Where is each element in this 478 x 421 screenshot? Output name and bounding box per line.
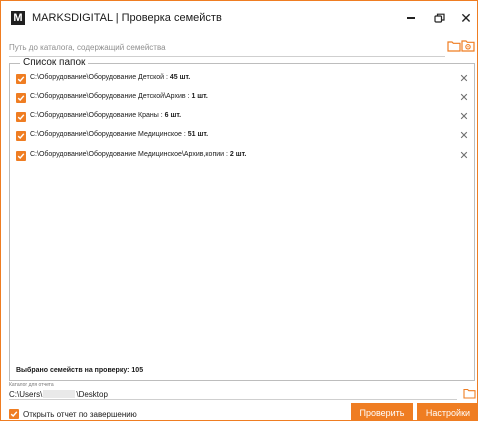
- folder-checkbox[interactable]: [16, 151, 26, 161]
- folder-list-item: C:\Оборудование\Оборудование Краны : 6 ш…: [16, 111, 472, 125]
- folder-item-label: C:\Оборудование\Оборудование Медицинское…: [30, 151, 246, 158]
- folder-list-item: C:\Оборудование\Оборудование Медицинское…: [16, 130, 472, 144]
- folder-list-legend: Список папок: [20, 57, 89, 68]
- folder-checkbox[interactable]: [16, 131, 26, 141]
- folder-count: 2 шт.: [229, 151, 247, 158]
- folder-list-item: C:\Оборудование\Оборудование Медицинское…: [16, 150, 472, 164]
- check-button[interactable]: Проверить: [351, 403, 413, 421]
- folder-path: C:\Оборудование\Оборудование Медицинское: [30, 131, 182, 138]
- selected-families-count: Выбрано семейств на проверку: 105: [16, 367, 144, 374]
- folder-open-icon: [463, 388, 476, 399]
- open-report-label: Открыть отчет по завершению: [23, 409, 137, 419]
- redacted-username: [43, 390, 76, 398]
- folder-checkbox[interactable]: [16, 93, 26, 103]
- title-bar: M MARKSDIGITAL | Проверка семейств ✕: [1, 1, 477, 35]
- remove-folder-button[interactable]: ✕: [458, 111, 470, 123]
- checkmark-icon: [17, 153, 25, 160]
- folder-item-label: C:\Оборудование\Оборудование Детской\Арх…: [30, 93, 208, 100]
- close-icon: ✕: [459, 150, 469, 162]
- close-icon: ✕: [459, 92, 469, 104]
- report-path-suffix: \Desktop: [76, 389, 108, 399]
- close-window-button[interactable]: ✕: [454, 7, 478, 29]
- remove-folder-button[interactable]: ✕: [458, 92, 470, 104]
- close-icon: ✕: [460, 10, 472, 26]
- folder-path: C:\Оборудование\Оборудование Детской\Арх…: [30, 93, 186, 100]
- minimize-button[interactable]: [399, 7, 423, 29]
- report-path-prefix: C:\Users\: [9, 389, 43, 399]
- window-title: MARKSDIGITAL | Проверка семейств: [32, 12, 222, 24]
- restore-icon: [433, 13, 445, 23]
- app-window: M MARKSDIGITAL | Проверка семейств ✕ Пут…: [0, 0, 478, 421]
- folder-path: C:\Оборудование\Оборудование Детской: [30, 74, 165, 81]
- close-icon: ✕: [459, 130, 469, 142]
- folder-count: 45 шт.: [169, 74, 191, 81]
- folder-item-label: C:\Оборудование\Оборудование Медицинское…: [30, 131, 208, 138]
- folder-path: C:\Оборудование\Оборудование Медицинское…: [30, 151, 225, 158]
- folder-list-group: Список папок C:\Оборудование\Оборудовани…: [9, 57, 475, 381]
- folder-path: C:\Оборудование\Оборудование Краны: [30, 112, 159, 119]
- close-icon: ✕: [459, 73, 469, 85]
- browse-folder-button[interactable]: [447, 39, 461, 53]
- folder-list-item: C:\Оборудование\Оборудование Детской : 4…: [16, 73, 472, 87]
- report-path-field[interactable]: C:\Users\ \Desktop: [9, 389, 457, 400]
- checkmark-icon: [17, 114, 25, 121]
- catalog-path-input[interactable]: [9, 39, 445, 57]
- maximize-button[interactable]: [427, 7, 451, 29]
- minimize-icon: [407, 17, 415, 19]
- folder-item-label: C:\Оборудование\Оборудование Краны : 6 ш…: [30, 112, 181, 119]
- report-catalog-label: Каталог для отчета: [9, 382, 54, 388]
- remove-folder-button[interactable]: ✕: [458, 130, 470, 142]
- browse-special-folder-button[interactable]: [461, 39, 475, 53]
- folder-checkbox[interactable]: [16, 74, 26, 84]
- open-report-checkbox[interactable]: [9, 409, 19, 419]
- folder-item-label: C:\Оборудование\Оборудование Детской : 4…: [30, 74, 190, 81]
- checkmark-icon: [10, 411, 18, 418]
- settings-button[interactable]: Настройки: [417, 403, 478, 421]
- folder-settings-icon: [461, 40, 475, 52]
- folder-list-item: C:\Оборудование\Оборудование Детской\Арх…: [16, 92, 472, 106]
- folder-count: 51 шт.: [187, 131, 209, 138]
- checkmark-icon: [17, 133, 25, 140]
- catalog-path-row: [9, 39, 475, 57]
- folder-count: 1 шт.: [191, 93, 208, 100]
- remove-folder-button[interactable]: ✕: [458, 73, 470, 85]
- folder-checkbox[interactable]: [16, 112, 26, 122]
- open-report-option[interactable]: Открыть отчет по завершению: [9, 408, 137, 420]
- close-icon: ✕: [459, 111, 469, 123]
- folder-open-icon: [447, 41, 461, 52]
- app-logo: M: [11, 11, 25, 25]
- remove-folder-button[interactable]: ✕: [458, 150, 470, 162]
- checkmark-icon: [17, 95, 25, 102]
- checkmark-icon: [17, 76, 25, 83]
- folder-count: 6 шт.: [164, 112, 182, 119]
- browse-report-folder-button[interactable]: [463, 386, 476, 399]
